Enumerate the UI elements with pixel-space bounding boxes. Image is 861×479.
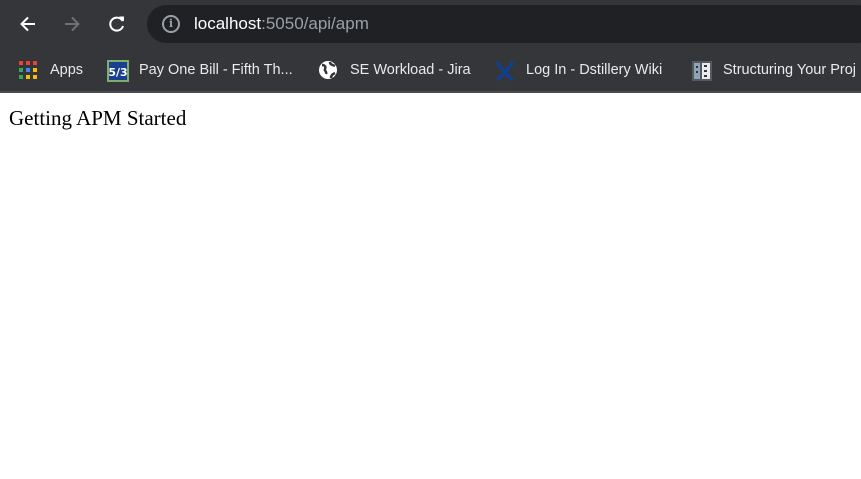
confluence-icon [494, 60, 515, 82]
page-body-text: Getting APM Started [9, 106, 187, 130]
url-path: :5050/api/apm [261, 14, 369, 33]
back-arrow-icon [20, 16, 35, 32]
bookmark-label: Apps [50, 62, 84, 78]
bookmark-dstillery-wiki[interactable]: Log In - Dstillery Wiki [494, 59, 663, 82]
url-host: localhost [194, 14, 262, 33]
address-bar[interactable]: i localhost:5050/api/apm [147, 5, 861, 43]
browser-toolbar: i localhost:5050/api/apm [0, 0, 861, 48]
site-info-icon[interactable]: i [162, 15, 180, 33]
bookmark-se-workload[interactable]: SE Workload - Jira [318, 59, 471, 81]
bookmark-apps[interactable]: Apps [18, 59, 83, 81]
reload-button[interactable] [105, 12, 129, 36]
bookmark-label: Pay One Bill - Fifth Th... [139, 62, 293, 78]
back-button[interactable] [16, 12, 40, 36]
forward-arrow-icon [65, 16, 80, 32]
svg-text:5/3: 5/3 [108, 66, 127, 79]
forward-button[interactable] [60, 12, 84, 36]
reload-icon [109, 16, 124, 32]
globe-icon [318, 60, 338, 80]
bookmark-pay-one-bill[interactable]: 5/3 Pay One Bill - Fifth Th... [107, 59, 293, 82]
url-text[interactable]: localhost:5050/api/apm [194, 14, 369, 34]
bookmark-structuring[interactable]: Structuring Your Proj [691, 59, 856, 81]
bookmark-label: Structuring Your Proj [723, 62, 856, 78]
bookmark-label: SE Workload - Jira [350, 62, 471, 78]
bookmarks-bar: Apps 5/3 Pay One Bill - Fifth Th... SE W… [0, 48, 861, 93]
book-icon [691, 60, 712, 81]
apps-grid-icon [18, 60, 38, 80]
fifth-third-icon: 5/3 [107, 60, 129, 82]
bookmark-label: Log In - Dstillery Wiki [526, 62, 663, 78]
